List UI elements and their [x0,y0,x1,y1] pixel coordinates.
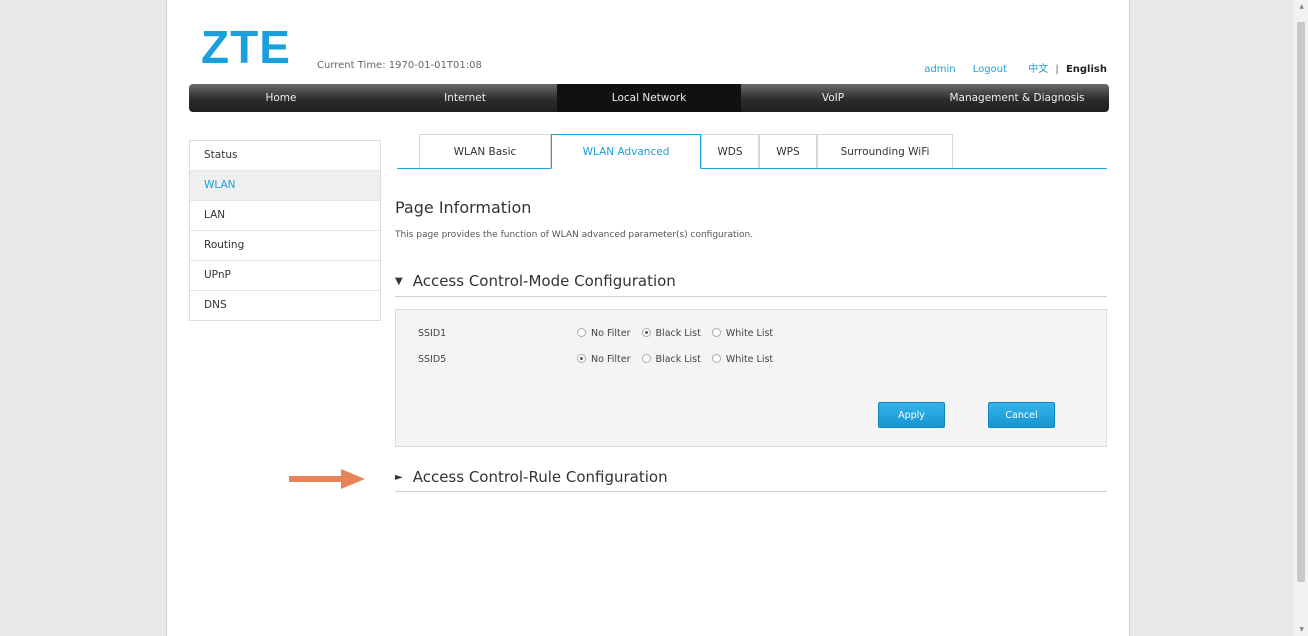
access-mode-panel: SSID1 No Filter Black List White List SS… [395,309,1107,447]
tab-wlan-basic[interactable]: WLAN Basic [419,134,551,168]
section-header-rule[interactable]: ► Access Control-Rule Configuration [395,468,668,486]
radio-button[interactable] [641,354,651,363]
sidebar-menu: Status WLAN LAN Routing UPnP DNS [189,140,381,321]
radio-button[interactable] [711,354,721,363]
page-description: This page provides the function of WLAN … [395,230,754,240]
apply-button[interactable]: Apply [878,402,945,428]
radio-option-black-list[interactable]: Black List [641,328,701,339]
radio-option-no-filter[interactable]: No Filter [577,354,631,365]
section-header-mode[interactable]: ▼ Access Control-Mode Configuration [395,272,676,290]
zte-logo: ZTE [201,21,291,73]
tab-wps[interactable]: WPS [759,134,817,168]
expanded-triangle-icon: ▼ [395,276,403,287]
radio-button[interactable] [711,328,721,337]
sidebar-item-lan[interactable]: LAN [190,201,380,231]
nav-management-diagnosis[interactable]: Management & Diagnosis [925,84,1109,112]
radio-option-no-filter[interactable]: No Filter [577,328,631,339]
scrollbar-thumb[interactable] [1297,22,1305,582]
nav-voip[interactable]: VoIP [741,84,925,112]
radio-option-white-list[interactable]: White List [711,354,773,365]
sidebar-item-wlan[interactable]: WLAN [190,171,380,201]
cancel-button[interactable]: Cancel [988,402,1055,428]
language-english-link[interactable]: English [1066,64,1107,75]
tab-wds[interactable]: WDS [701,134,759,168]
scroll-up-arrow-icon[interactable]: ▲ [1299,3,1304,10]
collapsed-triangle-icon: ► [395,472,403,483]
scroll-down-arrow-icon[interactable]: ▼ [1299,626,1304,633]
radio-button[interactable] [577,328,587,337]
section-divider [395,296,1107,297]
tab-surrounding-wifi[interactable]: Surrounding WiFi [817,134,953,168]
router-admin-page: ZTE Current Time: 1970-01-01T01:08 admin… [166,0,1130,636]
section-divider [395,491,1107,492]
radio-button-selected[interactable] [641,328,651,337]
sidebar-item-routing[interactable]: Routing [190,231,380,261]
logout-link[interactable]: Logout [973,64,1007,75]
ssid-row: SSID1 No Filter Black List White List [418,328,781,339]
wlan-tabs: WLAN Basic WLAN Advanced WDS WPS Surroun… [397,132,1107,169]
ssid-label: SSID5 [418,354,447,365]
sidebar-item-status[interactable]: Status [190,141,380,171]
radio-option-white-list[interactable]: White List [711,328,773,339]
nav-internet[interactable]: Internet [373,84,557,112]
page-title: Page Information [395,198,532,217]
main-navbar: Home Internet Local Network VoIP Managem… [189,84,1109,112]
orange-arrow-icon [289,469,365,489]
radio-button-selected[interactable] [577,354,587,363]
ssid-label: SSID1 [418,328,447,339]
nav-home[interactable]: Home [189,84,373,112]
language-chinese-link[interactable]: 中文 [1028,64,1048,75]
section-title-mode: Access Control-Mode Configuration [412,272,676,290]
sidebar-item-dns[interactable]: DNS [190,291,380,320]
radio-option-black-list[interactable]: Black List [641,354,701,365]
language-separator: | [1055,64,1059,75]
vertical-scrollbar[interactable]: ▲ ▼ [1294,0,1308,636]
current-time: Current Time: 1970-01-01T01:08 [317,60,482,71]
sidebar-item-upnp[interactable]: UPnP [190,261,380,291]
header-links: admin Logout 中文 | English [910,60,1107,75]
nav-local-network[interactable]: Local Network [557,84,741,112]
ssid-row: SSID5 No Filter Black List White List [418,354,781,365]
admin-user-link[interactable]: admin [924,64,955,75]
section-title-rule: Access Control-Rule Configuration [412,468,668,486]
tab-wlan-advanced[interactable]: WLAN Advanced [551,134,701,169]
